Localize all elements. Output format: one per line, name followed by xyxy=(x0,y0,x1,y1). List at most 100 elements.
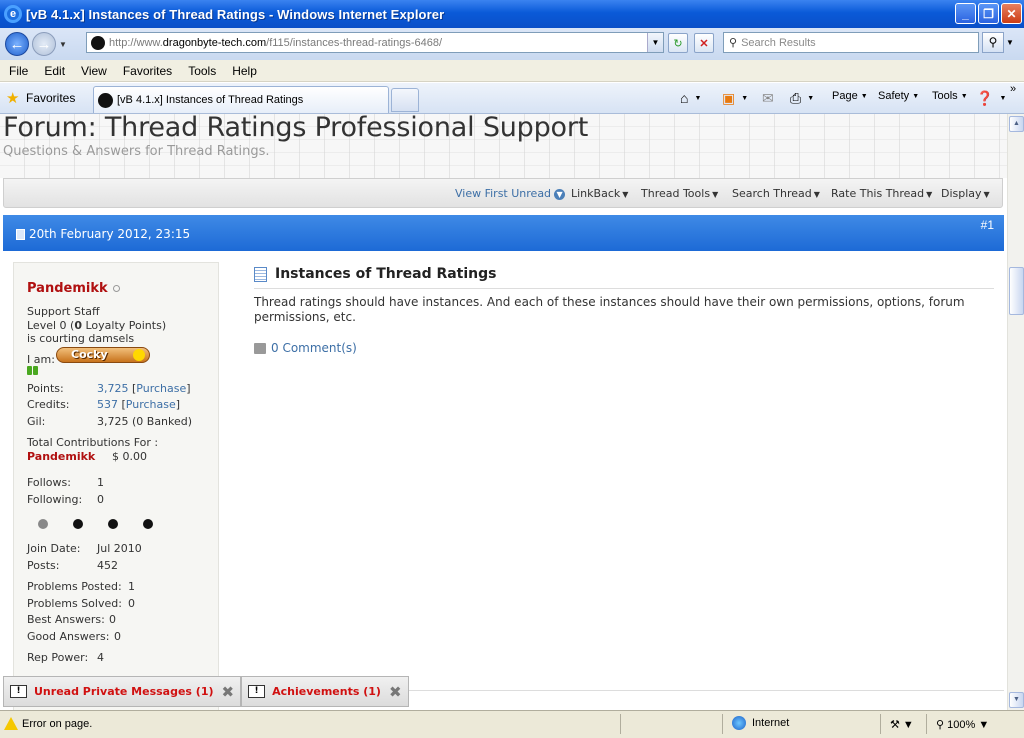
achievements-notice[interactable]: ! Achievements (1) ✖ xyxy=(241,676,409,707)
follows-value: 1 xyxy=(97,476,104,489)
window-titlebar: e [vB 4.1.x] Instances of Thread Ratings… xyxy=(0,0,1024,28)
chevron-more-icon[interactable]: » xyxy=(1010,83,1016,95)
smiley-icon xyxy=(133,349,145,361)
contributions-value: $ 0.00 xyxy=(112,450,147,463)
credits-value-link[interactable]: 537 xyxy=(97,398,118,411)
stop-button[interactable]: ✕ xyxy=(694,33,714,53)
forum-description: Questions & Answers for Thread Ratings. xyxy=(3,144,270,159)
mail-icon: ✉ xyxy=(762,90,774,106)
feeds-button[interactable]: ▣ ▼ xyxy=(722,90,748,107)
forum-title: Forum: Thread Ratings Professional Suppo… xyxy=(3,114,589,143)
window-title: [vB 4.1.x] Instances of Thread Ratings -… xyxy=(26,6,445,22)
search-input[interactable]: ⚲ Search Results xyxy=(723,32,979,53)
address-input[interactable]: http://www. dragonbyte-tech.com/f115/inst… xyxy=(86,32,664,53)
join-date-value: Jul 2010 xyxy=(97,542,142,555)
zone-label: Internet xyxy=(752,716,790,729)
document-icon xyxy=(254,266,267,282)
menu-tools[interactable]: Tools xyxy=(179,64,223,78)
maximize-button[interactable]: ❐ xyxy=(978,3,999,24)
points-value-link[interactable]: 3,725 xyxy=(97,382,129,395)
safety-menu-button[interactable]: Safety ▼ xyxy=(878,90,919,102)
thread-tools-menu[interactable]: Thread Tools ▼ xyxy=(641,187,718,200)
level-prefix: Level 0 ( xyxy=(27,319,75,332)
favorites-button[interactable]: Favorites xyxy=(26,91,75,105)
rate-thread-menu[interactable]: Rate This Thread ▼ xyxy=(831,187,932,200)
favorites-star-icon[interactable]: ★ xyxy=(6,89,19,107)
problems-solved-label: Problems Solved: xyxy=(27,597,122,610)
dot-icon[interactable] xyxy=(108,519,118,529)
search-options-dropdown-icon[interactable]: ▼ xyxy=(1006,32,1014,53)
rate-thread-label: Rate This Thread xyxy=(831,187,925,200)
minimize-button[interactable]: _ xyxy=(955,3,976,24)
display-menu[interactable]: Display ▼ xyxy=(941,187,990,200)
page-menu-button[interactable]: Page ▼ xyxy=(832,90,868,102)
menu-help[interactable]: Help xyxy=(223,64,264,78)
contributions-user-link[interactable]: Pandemikk xyxy=(27,450,95,463)
join-date-label: Join Date: xyxy=(27,542,81,555)
search-thread-menu[interactable]: Search Thread ▼ xyxy=(732,187,820,200)
post-number-link[interactable]: #1 xyxy=(981,218,994,232)
help-menu-button[interactable]: ❓ ▼ xyxy=(976,90,1006,107)
credits-purchase-link[interactable]: Purchase xyxy=(126,398,176,411)
address-toolbar: ← → ▼ http://www. dragonbyte-tech.com/f11… xyxy=(0,28,1024,60)
address-dropdown-icon[interactable]: ▼ xyxy=(647,33,663,52)
help-icon: ❓ xyxy=(976,90,994,106)
close-notice-icon[interactable]: ✖ xyxy=(389,683,402,701)
url-path: /f115/instances-thread-ratings-6468/ xyxy=(266,36,443,49)
zoom-control[interactable]: ⚲ 100% ▼ xyxy=(936,718,989,731)
caret-down-icon: ▼ xyxy=(813,190,820,199)
close-notice-icon[interactable]: ✖ xyxy=(222,683,235,701)
points-row: 3,725 [Purchase] xyxy=(97,382,191,395)
comments-label: 0 Comment(s) xyxy=(271,341,357,355)
protected-mode-icon[interactable]: ⚒ ▼ xyxy=(890,718,914,731)
following-label: Following: xyxy=(27,493,83,506)
scroll-up-icon[interactable]: ▲ xyxy=(1009,116,1024,132)
new-tab-button[interactable] xyxy=(391,88,419,112)
post-icon xyxy=(16,229,25,240)
linkback-menu[interactable]: LinkBack ▼ xyxy=(571,187,628,200)
problems-posted-value: 1 xyxy=(128,580,135,593)
search-button[interactable]: ⚲ xyxy=(982,32,1004,53)
status-message[interactable]: Error on page. xyxy=(22,718,92,730)
menu-file[interactable]: File xyxy=(0,64,35,78)
dot-icon[interactable] xyxy=(38,519,48,529)
username-link[interactable]: Pandemikk xyxy=(27,281,120,296)
level-points: 0 xyxy=(74,319,82,332)
zone-indicator[interactable]: Internet xyxy=(732,716,789,730)
url-domain: dragonbyte-tech.com xyxy=(162,36,267,49)
notification-bar: ! Unread Private Messages (1) ✖ ! Achiev… xyxy=(3,676,409,707)
back-button[interactable]: ← xyxy=(5,32,29,56)
dot-icon[interactable] xyxy=(73,519,83,529)
history-dropdown-icon[interactable]: ▼ xyxy=(59,40,67,49)
post-message: Thread ratings should have instances. An… xyxy=(254,295,965,324)
read-mail-button[interactable]: ✉ xyxy=(762,90,777,107)
print-button[interactable]: ⎙ ▼ xyxy=(790,90,814,107)
dot-icon[interactable] xyxy=(143,519,153,529)
status-bar: Error on page. Internet ⚒ ▼ ⚲ 100% ▼ xyxy=(0,710,1024,738)
tools-menu-button[interactable]: Tools ▼ xyxy=(932,90,968,102)
menu-favorites[interactable]: Favorites xyxy=(114,64,179,78)
scroll-thumb[interactable] xyxy=(1009,267,1024,315)
menu-edit[interactable]: Edit xyxy=(35,64,72,78)
search-placeholder: Search Results xyxy=(741,36,816,49)
scroll-down-icon[interactable]: ▼ xyxy=(1009,692,1024,708)
comments-link[interactable]: 0 Comment(s) xyxy=(254,341,994,355)
unread-messages-label: Unread Private Messages (1) xyxy=(34,685,214,698)
post-date: 20th February 2012, 23:15 xyxy=(29,227,191,241)
points-purchase-link[interactable]: Purchase xyxy=(136,382,186,395)
forward-button[interactable]: → xyxy=(32,32,56,56)
url-protocol: http://www. xyxy=(109,36,163,49)
reputation-icon xyxy=(27,365,39,378)
unread-messages-notice[interactable]: ! Unread Private Messages (1) ✖ xyxy=(3,676,242,707)
vertical-scrollbar[interactable]: ▲ ▼ xyxy=(1007,114,1024,710)
view-first-unread-link[interactable]: View First Unread ▼ xyxy=(455,187,566,200)
search-icon: ⚲ xyxy=(729,37,738,49)
browser-tab-active[interactable]: [vB 4.1.x] Instances of Thread Ratings xyxy=(93,86,389,113)
refresh-button[interactable]: ↻ xyxy=(668,33,688,53)
warning-icon[interactable] xyxy=(4,717,18,733)
menu-view[interactable]: View xyxy=(72,64,114,78)
credits-label: Credits: xyxy=(27,398,70,411)
home-button[interactable]: ⌂ ▼ xyxy=(680,90,701,106)
close-window-button[interactable]: ✕ xyxy=(1001,3,1022,24)
good-answers-label: Good Answers: xyxy=(27,630,110,643)
